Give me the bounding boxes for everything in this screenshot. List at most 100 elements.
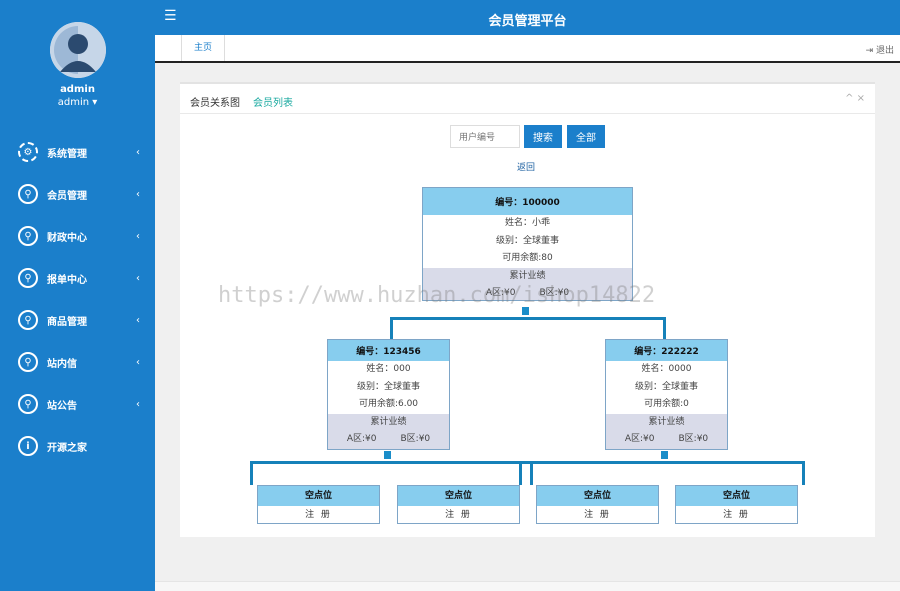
tab-member-relation[interactable]: 会员关系图 <box>190 94 240 109</box>
username: admin <box>60 84 95 95</box>
sidebar-item-notices[interactable]: ⚲ 站公告 ‹ <box>0 389 155 419</box>
node-id: 编号：123456 <box>328 340 449 361</box>
sidebar-item-label: 站内信 <box>47 358 77 370</box>
sidebar-item-label: 报单中心 <box>47 274 87 286</box>
register-link[interactable]: 注 册 <box>258 506 379 524</box>
connector-line <box>390 317 393 339</box>
node-performance: 累计业绩 A区:¥0 B区:¥0 <box>423 267 632 300</box>
sidebar-item-label: 财政中心 <box>47 232 87 244</box>
node-performance: 累计业绩 A区:¥0 B区:¥0 <box>328 413 449 449</box>
all-button[interactable]: 全部 <box>567 125 605 148</box>
user-icon: ⚲ <box>18 268 38 288</box>
connector-line <box>250 461 253 485</box>
register-link[interactable]: 注 册 <box>676 506 797 524</box>
sidebar-item-label: 商品管理 <box>47 316 87 328</box>
node-balance: 可用余额:0 <box>644 399 689 409</box>
node-level: 级别：全球董事 <box>495 235 559 246</box>
chevron-left-icon: ‹ <box>136 146 140 158</box>
sidebar-item-messages[interactable]: ⚲ 站内信 ‹ <box>0 347 155 377</box>
sidebar-item-label: 开源之家 <box>47 442 87 454</box>
logout-icon: ⇥ <box>865 46 874 56</box>
sidebar-item-label: 会员管理 <box>47 190 87 202</box>
tab-home[interactable]: 主页 <box>181 35 226 61</box>
tree-node-right[interactable]: 编号：222222 姓名：0000 级别：全球董事 可用余额:0 累计业绩 A区… <box>605 339 728 450</box>
connector-line <box>530 461 533 485</box>
chevron-left-icon: ‹ <box>136 356 140 368</box>
node-perf-label: 累计业绩 <box>509 270 546 281</box>
logout-button[interactable]: ⇥ 退出 <box>866 43 894 56</box>
user-icon: ⚲ <box>18 394 38 414</box>
sidebar-item-members[interactable]: ⚲ 会员管理 ‹ <box>0 179 155 209</box>
app-title: 会员管理平台 <box>488 14 567 29</box>
sidebar-item-products[interactable]: ⚲ 商品管理 ‹ <box>0 305 155 335</box>
register-link[interactable]: 注 册 <box>398 506 519 524</box>
node-name: 姓名：小乖 <box>504 218 550 228</box>
sidebar-item-opensource[interactable]: i 开源之家 <box>0 431 155 461</box>
node-name: 姓名：000 <box>366 364 411 374</box>
connector-line <box>250 461 805 464</box>
connector-line <box>390 317 666 320</box>
user-icon: ⚲ <box>18 226 38 246</box>
top-bar: ☰ 会员管理平台 <box>155 0 900 35</box>
node-a-zone: A区:¥0 <box>485 288 516 298</box>
node-stats: A区:¥0 B区:¥0 <box>606 431 727 444</box>
search-button[interactable]: 搜索 <box>524 125 562 148</box>
node-id: 编号：100000 <box>423 188 632 215</box>
node-stats: A区:¥0 B区:¥0 <box>423 285 632 298</box>
user-icon: ⚲ <box>18 310 38 330</box>
node-a-zone: A区:¥0 <box>624 434 655 444</box>
node-id: 编号：222222 <box>606 340 727 361</box>
node-b-zone: B区:¥0 <box>539 288 570 298</box>
tab-bar: 主页 ⇥ 退出 <box>155 35 900 63</box>
connector <box>384 451 391 459</box>
sidebar: admin admin ▾ ⚙ 系统管理 ‹ ⚲ 会员管理 ‹ ⚲ 财政中心 ‹… <box>0 0 155 591</box>
connector <box>522 307 529 315</box>
empty-slot-title: 空点位 <box>398 486 519 506</box>
node-perf-label: 累计业绩 <box>648 416 685 427</box>
sidebar-item-label: 系统管理 <box>47 148 87 160</box>
user-icon: ⚲ <box>18 184 38 204</box>
sidebar-item-system[interactable]: ⚙ 系统管理 ‹ <box>0 137 155 167</box>
connector-line <box>519 461 522 485</box>
panel-tools[interactable]: ^ × <box>845 93 865 104</box>
search-input[interactable] <box>450 125 520 148</box>
gear-icon: ⚙ <box>18 142 38 162</box>
empty-slot[interactable]: 空点位 注 册 <box>397 485 520 524</box>
node-perf-label: 累计业绩 <box>370 416 407 427</box>
user-icon: ⚲ <box>18 352 38 372</box>
empty-slot-title: 空点位 <box>537 486 658 506</box>
node-level: 级别：全球董事 <box>356 381 420 392</box>
empty-slot[interactable]: 空点位 注 册 <box>675 485 798 524</box>
tree-node-root[interactable]: 编号：100000 姓名：小乖 级别：全球董事 可用余额:80 累计业绩 A区:… <box>422 187 633 301</box>
node-b-zone: B区:¥0 <box>678 434 709 444</box>
tree-node-left[interactable]: 编号：123456 姓名：000 级别：全球董事 可用余额:6.00 累计业绩 … <box>327 339 450 450</box>
node-a-zone: A区:¥0 <box>346 434 377 444</box>
avatar[interactable] <box>50 22 106 78</box>
node-balance: 可用余额:6.00 <box>358 399 419 409</box>
connector-line <box>802 461 805 485</box>
role-dropdown[interactable]: admin ▾ <box>0 97 155 108</box>
sidebar-item-label: 站公告 <box>47 400 77 412</box>
chevron-left-icon: ‹ <box>136 314 140 326</box>
node-b-zone: B区:¥0 <box>400 434 431 444</box>
node-level: 级别：全球董事 <box>634 381 698 392</box>
back-link[interactable]: 返回 <box>517 160 535 173</box>
chevron-left-icon: ‹ <box>136 272 140 284</box>
node-name: 姓名：0000 <box>641 364 692 374</box>
chevron-left-icon: ‹ <box>136 188 140 200</box>
tab-member-list[interactable]: 会员列表 <box>253 94 293 109</box>
footer <box>155 581 900 591</box>
empty-slot-title: 空点位 <box>676 486 797 506</box>
node-performance: 累计业绩 A区:¥0 B区:¥0 <box>606 413 727 449</box>
connector-line <box>663 317 666 339</box>
empty-slot[interactable]: 空点位 注 册 <box>257 485 380 524</box>
register-link[interactable]: 注 册 <box>537 506 658 524</box>
panel-header: 会员关系图 会员列表 ^ × <box>180 84 875 114</box>
node-balance: 可用余额:80 <box>502 253 553 263</box>
sidebar-item-orders[interactable]: ⚲ 报单中心 ‹ <box>0 263 155 293</box>
empty-slot[interactable]: 空点位 注 册 <box>536 485 659 524</box>
logout-label: 退出 <box>875 46 894 56</box>
sidebar-item-finance[interactable]: ⚲ 财政中心 ‹ <box>0 221 155 251</box>
node-stats: A区:¥0 B区:¥0 <box>328 431 449 444</box>
chevron-left-icon: ‹ <box>136 398 140 410</box>
